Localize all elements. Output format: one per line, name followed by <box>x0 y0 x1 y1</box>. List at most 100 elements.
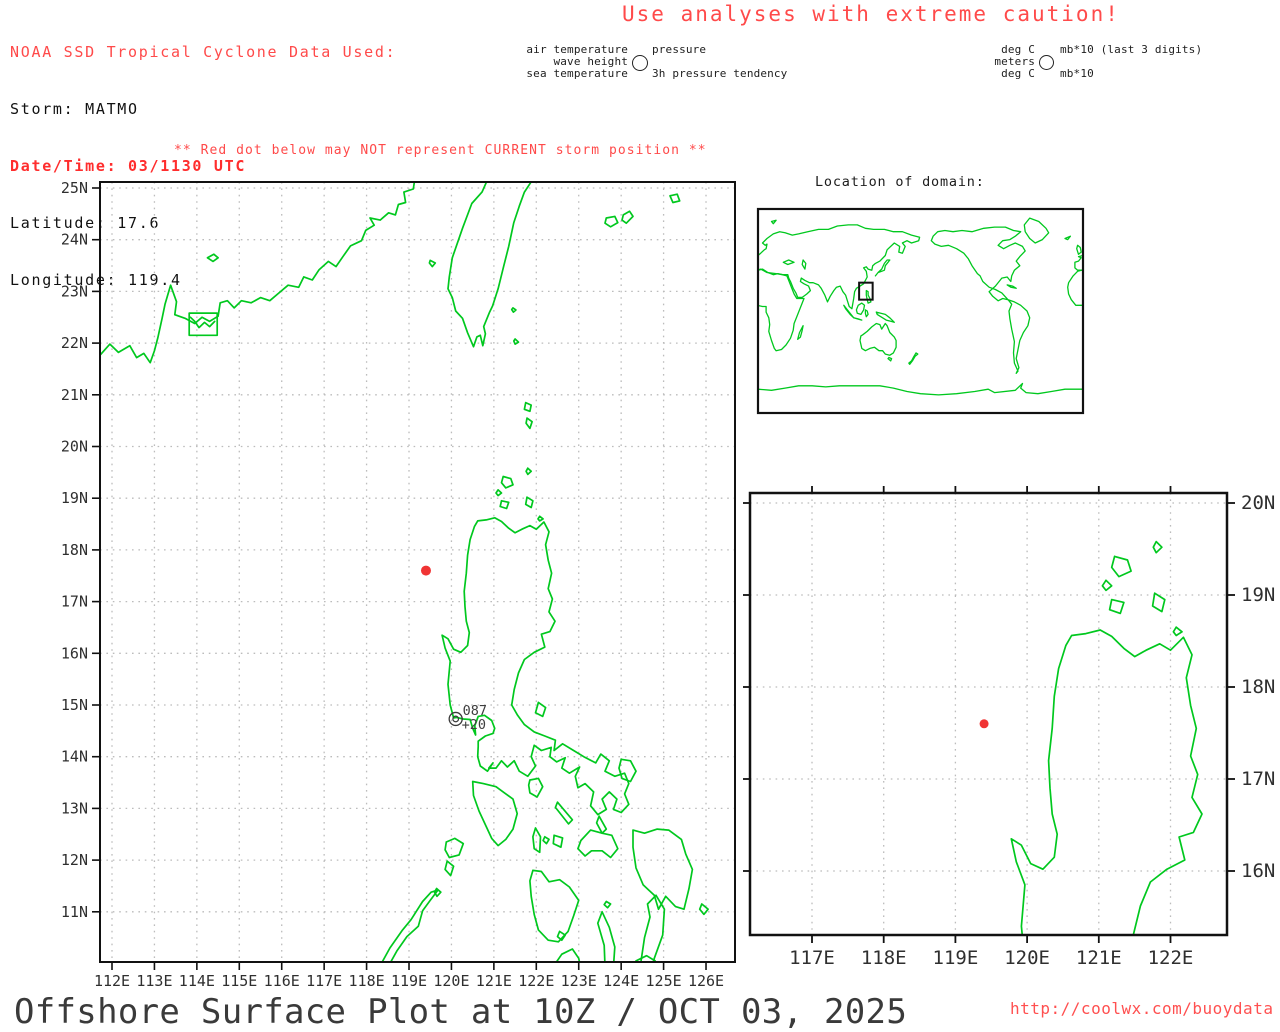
coastline <box>526 418 532 428</box>
coastline <box>854 318 862 320</box>
main-map-lon-label: 124E <box>603 972 639 990</box>
coastline <box>448 167 536 346</box>
coastline <box>1127 260 1131 269</box>
coastline <box>636 956 655 966</box>
main-map-lat-label: 17N <box>61 593 88 611</box>
coastline <box>1083 384 1280 395</box>
coastline <box>536 702 546 716</box>
main-map-grid <box>100 182 735 962</box>
coastline <box>502 477 514 488</box>
zoom-map-lon-label: 117E <box>789 947 835 969</box>
zoom-map-axis-labels: 20N19N18N17N16N117E118E119E120E121E122E <box>789 492 1275 969</box>
zoom-map-lat-label: 17N <box>1241 768 1275 790</box>
main-map-frame <box>100 182 735 962</box>
main-map-lon-label: 114E <box>179 972 215 990</box>
coastline <box>555 802 572 824</box>
coastline <box>1190 310 1193 317</box>
coastline <box>909 353 918 364</box>
coastline <box>1133 312 1141 321</box>
coastline <box>1021 6 1170 325</box>
coastline <box>758 384 1082 395</box>
main-map-coastlines <box>99 167 708 968</box>
main-map-lat-label: 24N <box>61 231 88 249</box>
coastline <box>615 161 633 174</box>
coastline <box>379 890 438 969</box>
main-map-lon-label: 126E <box>688 972 724 990</box>
coastline <box>1011 630 1280 1024</box>
coastline <box>442 518 629 815</box>
coastline <box>1181 303 1189 314</box>
coastline <box>743 269 804 351</box>
coastline <box>526 468 531 474</box>
coastline <box>500 501 509 509</box>
coastline <box>783 260 794 265</box>
main-map-lon-label: 120E <box>433 972 469 990</box>
coastline <box>1065 236 1070 239</box>
coastline <box>798 326 803 340</box>
coastline <box>1123 326 1128 340</box>
zoom-map-lon-label: 119E <box>933 947 979 969</box>
main-map-lon-label: 121E <box>476 972 512 990</box>
coastline <box>558 931 566 940</box>
coastline <box>772 220 777 223</box>
zoom-map-frame <box>750 493 1227 935</box>
coastline <box>752 245 757 254</box>
coastline <box>445 861 454 876</box>
coastline <box>1112 556 1131 576</box>
map-canvas: 25N24N23N22N21N20N19N18N17N16N15N14N13N1… <box>0 0 1280 1024</box>
coastline <box>429 260 435 266</box>
site-url: http://coolwx.com/buoydata <box>1010 999 1273 1018</box>
coastline <box>931 227 1029 373</box>
coastline <box>1256 227 1280 373</box>
main-map-lon-label: 112E <box>94 972 130 990</box>
coastline <box>526 497 533 507</box>
coastline <box>1201 312 1219 322</box>
main-map-lat-label: 20N <box>61 438 88 456</box>
main-map-lat-label: 12N <box>61 851 88 869</box>
coastline <box>524 403 531 412</box>
plot-title: Offshore Surface Plot at 10Z / OCT 03, 2… <box>14 992 907 1032</box>
coastline <box>208 254 219 261</box>
coastline <box>750 225 920 309</box>
coastline <box>99 167 416 362</box>
coastline <box>1153 593 1165 611</box>
main-map-lat-label: 19N <box>61 489 88 507</box>
coastline <box>876 312 894 322</box>
coastline <box>432 6 968 354</box>
coastline <box>1150 425 1162 441</box>
zoom-map-lon-label: 120E <box>1004 947 1050 969</box>
main-map-lon-label: 122E <box>518 972 554 990</box>
coastline <box>1185 324 1221 356</box>
coastline <box>622 211 633 223</box>
coastline <box>473 782 518 846</box>
zoom-map-lat-label: 19N <box>1241 584 1275 606</box>
main-map-lon-label: 116E <box>264 972 300 990</box>
main-map-lat-label: 22N <box>61 334 88 352</box>
coastline <box>1153 452 1163 470</box>
main-map-lat-label: 18N <box>61 541 88 559</box>
coastline <box>530 870 579 941</box>
zoom-map-grid <box>750 493 1227 935</box>
coastline <box>1007 285 1016 288</box>
coastline <box>1075 225 1245 309</box>
coastline <box>1200 260 1214 276</box>
coastline <box>1191 291 1196 304</box>
main-map-lon-label: 125E <box>646 972 682 990</box>
coastline <box>553 835 562 847</box>
coastline <box>1110 600 1124 614</box>
world-map-frame <box>758 209 1083 413</box>
main-map-lon-label: 115E <box>221 972 257 990</box>
zoom-map-lat-label: 16N <box>1241 860 1275 882</box>
coastline <box>597 816 607 833</box>
main-map-axis-labels: 25N24N23N22N21N20N19N18N17N16N15N14N13N1… <box>61 179 724 990</box>
coastline <box>1213 358 1217 361</box>
coastline <box>1129 256 1136 263</box>
coastline <box>860 324 896 356</box>
main-map-lat-label: 16N <box>61 644 88 662</box>
coastline <box>866 291 871 304</box>
zoom-map-lat-label: 18N <box>1241 676 1275 698</box>
coastline <box>605 216 618 226</box>
main-map-lat-label: 23N <box>61 282 88 300</box>
coastline <box>584 266 631 306</box>
main-map-lon-label: 123E <box>561 972 597 990</box>
